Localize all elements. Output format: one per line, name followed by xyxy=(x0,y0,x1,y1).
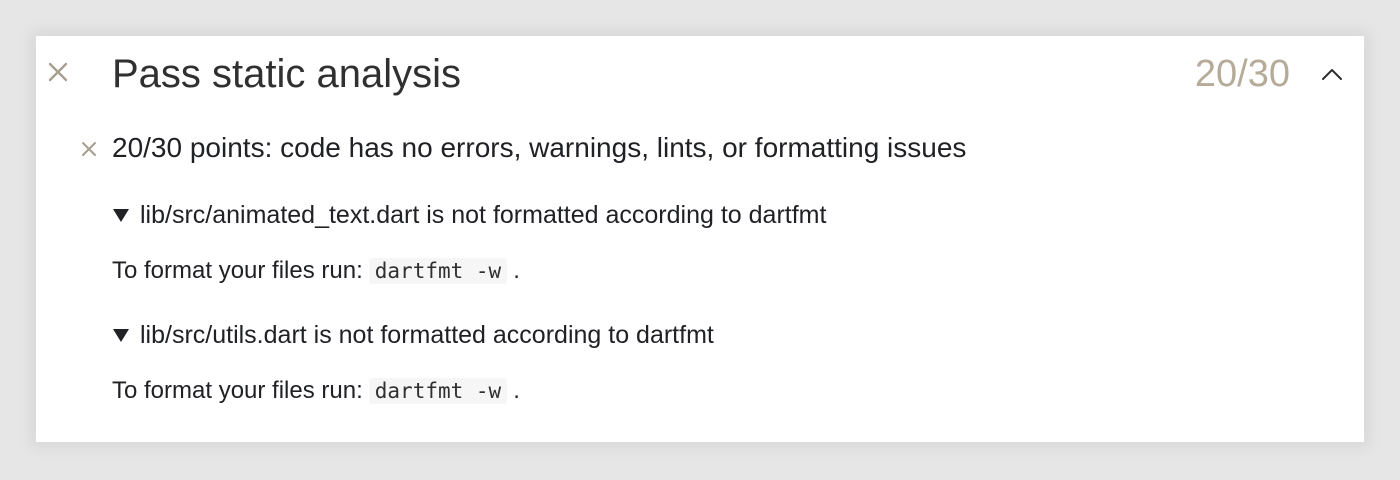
triangle-down-icon xyxy=(112,198,130,232)
issue-body-text: To format your files run: xyxy=(112,257,363,284)
issue-title: lib/src/animated_text.dart is not format… xyxy=(140,201,827,229)
command-code: dartfmt -w xyxy=(368,378,508,404)
x-icon xyxy=(80,138,98,160)
chevron-up-icon[interactable] xyxy=(1320,62,1344,86)
summary-row: 20/30 points: code has no errors, warnin… xyxy=(36,128,1364,168)
issue-title: lib/src/utils.dart is not formatted acco… xyxy=(140,321,714,349)
command-code: dartfmt -w xyxy=(368,258,508,284)
section-score: 20/30 xyxy=(1194,53,1290,95)
issue-body: To format your files run: dartfmt -w. xyxy=(112,254,520,288)
issue-body-text: To format your files run: xyxy=(112,377,363,404)
summary-text: 20/30 points: code has no errors, warnin… xyxy=(112,132,967,163)
x-icon xyxy=(46,54,70,90)
section-title: Pass static analysis xyxy=(112,52,462,96)
triangle-down-icon xyxy=(112,318,130,352)
issue-summary[interactable]: lib/src/utils.dart is not formatted acco… xyxy=(112,318,714,352)
issue-body: To format your files run: dartfmt -w. xyxy=(112,374,520,408)
issue-summary[interactable]: lib/src/animated_text.dart is not format… xyxy=(112,198,826,232)
issue-body-suffix: . xyxy=(513,377,520,404)
section-header[interactable]: Pass static analysis 20/30 xyxy=(36,36,1364,112)
static-analysis-card: Pass static analysis 20/30 20/30 points:… xyxy=(36,36,1364,442)
issue-body-suffix: . xyxy=(513,257,520,284)
